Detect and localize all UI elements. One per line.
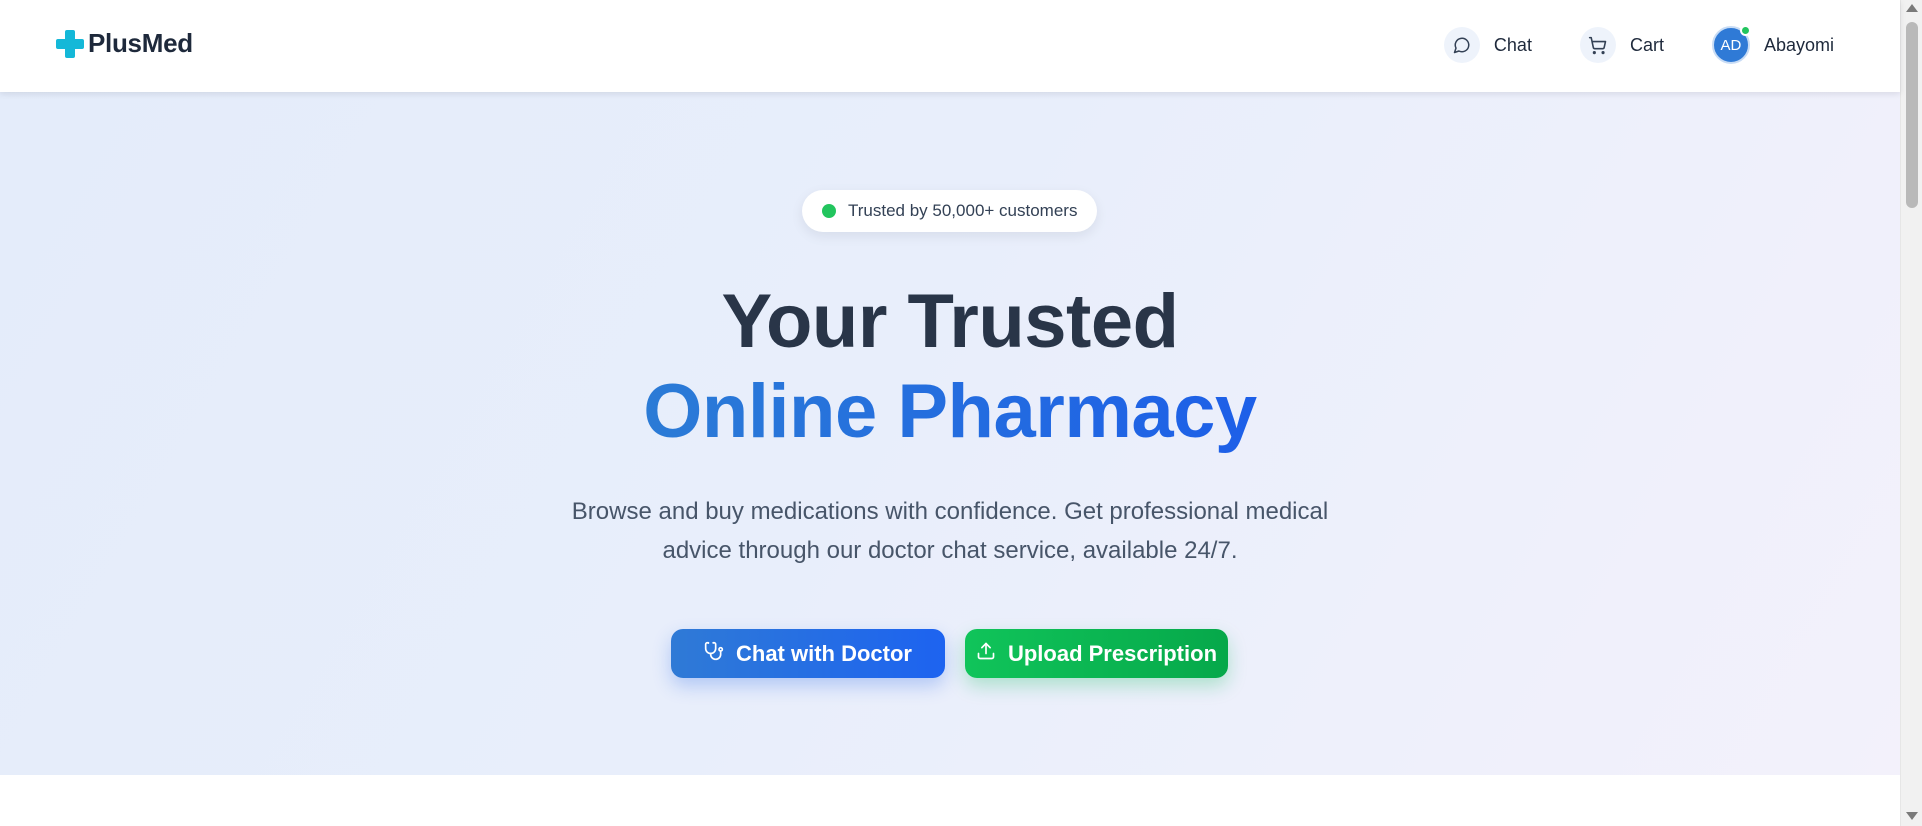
stethoscope-icon <box>704 641 724 667</box>
scroll-up-arrow-icon[interactable] <box>1906 4 1918 12</box>
scroll-thumb[interactable] <box>1906 22 1918 208</box>
upload-prescription-button[interactable]: Upload Prescription <box>965 629 1228 678</box>
nav-cart-label: Cart <box>1629 34 1664 55</box>
online-status-dot <box>1739 25 1751 36</box>
upload-prescription-label: Upload Prescription <box>1007 640 1218 666</box>
brand-name: PlusMed <box>88 28 193 58</box>
page: PlusMed Chat Cart AD Abayomi Trusted by … <box>0 0 1922 826</box>
chat-bubble-icon <box>1443 27 1480 63</box>
top-navbar: PlusMed Chat Cart AD Abayomi <box>0 0 1900 92</box>
trust-badge: Trusted by 50,000+ customers <box>802 190 1098 232</box>
shopping-cart-icon <box>1579 27 1616 63</box>
main-nav: Chat Cart AD Abayomi <box>1396 25 1834 64</box>
upload-icon <box>976 641 996 667</box>
plus-cross-icon <box>56 29 84 58</box>
chat-with-doctor-button[interactable]: Chat with Doctor <box>671 629 945 678</box>
scroll-down-arrow-icon[interactable] <box>1906 812 1918 820</box>
hero-title-accent: Online Pharmacy <box>643 369 1257 454</box>
status-dot-icon <box>822 204 836 218</box>
hero-section: Trusted by 50,000+ customers Your Truste… <box>0 92 1900 775</box>
hero-title-line2: Online Pharmacy <box>0 368 1900 455</box>
trust-badge-text: Trusted by 50,000+ customers <box>848 201 1078 220</box>
user-menu[interactable]: AD Abayomi <box>1711 25 1834 64</box>
user-name: Abayomi <box>1763 34 1834 55</box>
avatar: AD <box>1711 25 1751 64</box>
nav-chat-label: Chat <box>1493 34 1532 55</box>
hero-title-line1: Your Trusted <box>721 279 1179 364</box>
chat-with-doctor-label: Chat with Doctor <box>736 640 912 666</box>
avatar-initials: AD <box>1720 36 1742 54</box>
page-scrollbar[interactable] <box>1900 0 1922 826</box>
nav-chat[interactable]: Chat <box>1443 27 1532 63</box>
brand-logo[interactable]: PlusMed <box>56 28 193 59</box>
hero-subtitle: Browse and buy medications with confiden… <box>571 498 1329 564</box>
nav-cart[interactable]: Cart <box>1579 27 1664 63</box>
